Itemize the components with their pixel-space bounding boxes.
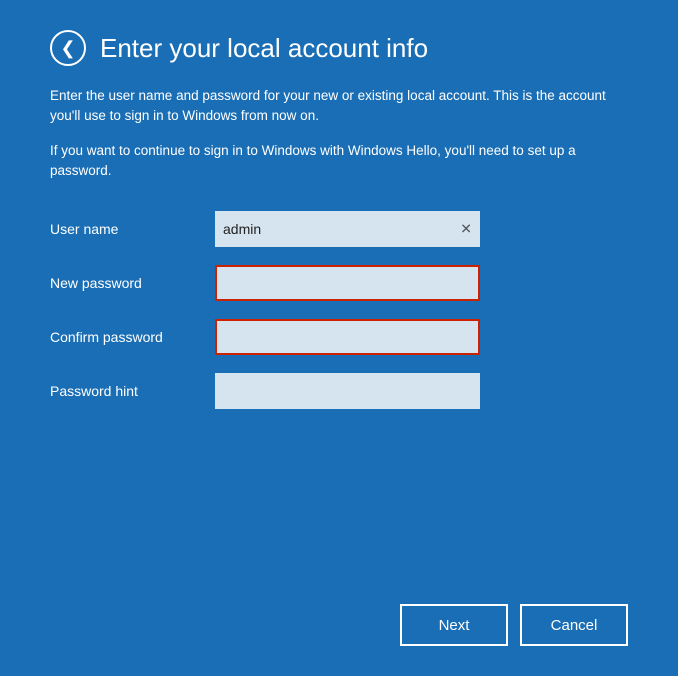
confirm-password-input-wrapper	[215, 319, 480, 355]
page-header: ❮ Enter your local account info	[50, 30, 628, 66]
password-hint-label: Password hint	[50, 383, 215, 399]
clear-icon: ✕	[460, 221, 472, 237]
cancel-button[interactable]: Cancel	[520, 604, 628, 646]
confirm-password-label: Confirm password	[50, 329, 215, 345]
confirm-password-row: Confirm password	[50, 319, 628, 355]
password-hint-input-wrapper	[215, 373, 480, 409]
password-hint-input[interactable]	[215, 373, 480, 409]
new-password-row: New password	[50, 265, 628, 301]
username-clear-button[interactable]: ✕	[456, 219, 476, 240]
password-hint-row: Password hint	[50, 373, 628, 409]
description-line1: Enter the user name and password for you…	[50, 86, 628, 127]
username-label: User name	[50, 221, 215, 237]
footer: Next Cancel	[50, 594, 628, 646]
form-section: User name ✕ New password Confirm passwor…	[50, 211, 628, 594]
next-button[interactable]: Next	[400, 604, 508, 646]
username-input[interactable]	[215, 211, 480, 247]
new-password-input-wrapper	[215, 265, 480, 301]
back-icon: ❮	[60, 38, 75, 59]
username-row: User name ✕	[50, 211, 628, 247]
new-password-label: New password	[50, 275, 215, 291]
description-line2: If you want to continue to sign in to Wi…	[50, 141, 628, 182]
back-button[interactable]: ❮	[50, 30, 86, 66]
new-password-input[interactable]	[215, 265, 480, 301]
confirm-password-input[interactable]	[215, 319, 480, 355]
main-container: ❮ Enter your local account info Enter th…	[0, 0, 678, 676]
username-input-wrapper: ✕	[215, 211, 480, 247]
page-title: Enter your local account info	[100, 33, 428, 64]
